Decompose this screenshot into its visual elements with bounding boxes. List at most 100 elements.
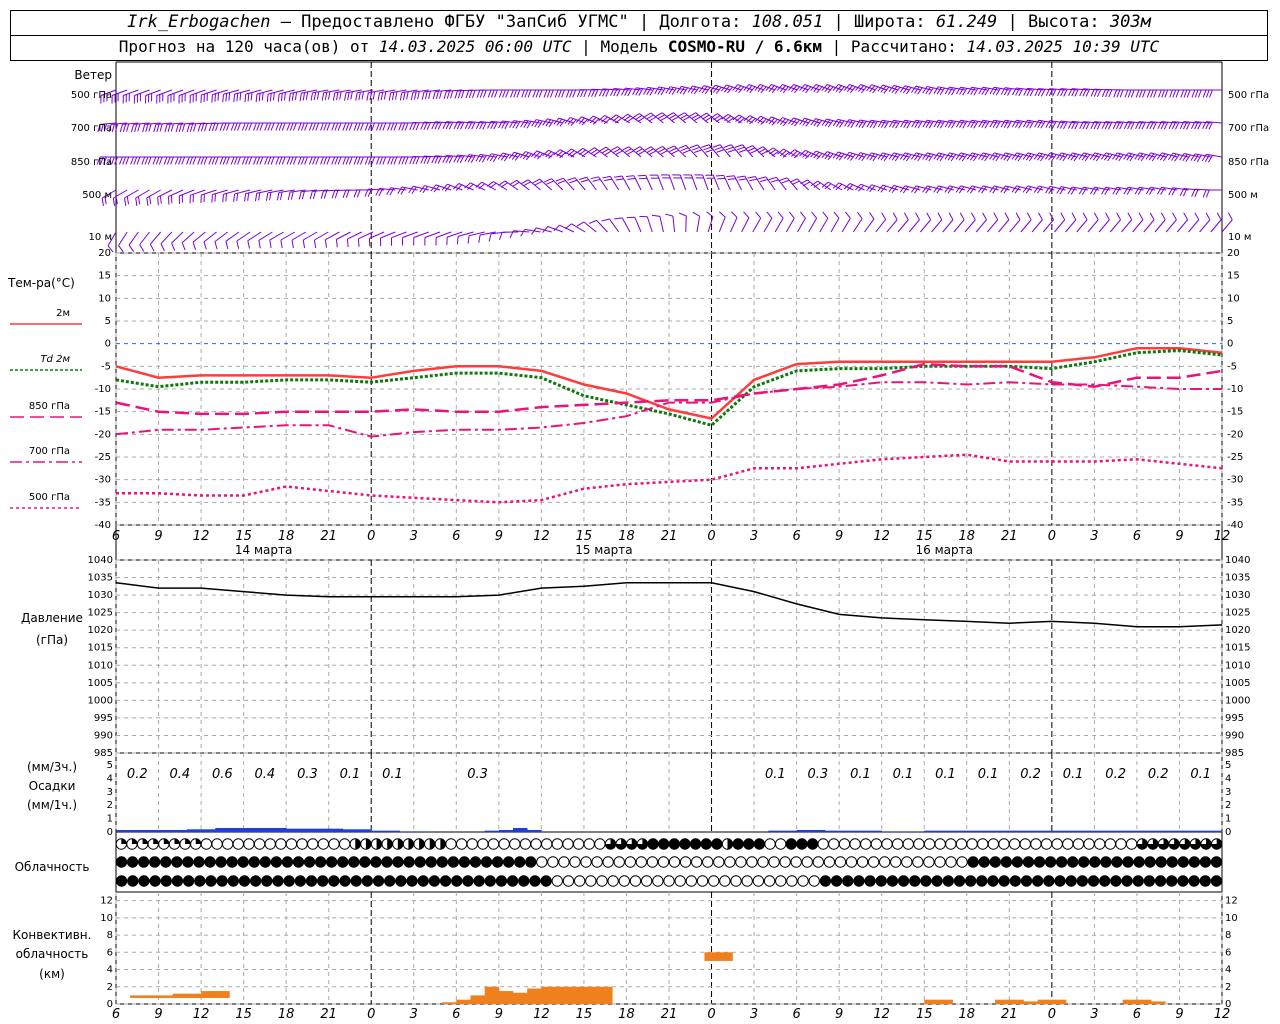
x-tick-label-hour-bottom: 6 — [452, 1007, 460, 1022]
wind-barb-feather — [792, 180, 800, 185]
wind-barb-feather — [197, 156, 202, 165]
wind-barb-feather — [291, 239, 294, 248]
cloud-cover-symbol — [540, 875, 552, 887]
x-tick-label-hour-bottom: 3 — [410, 1007, 418, 1022]
precip-bar — [385, 830, 400, 832]
cloud-cover-symbol — [679, 856, 692, 868]
precip-bar — [1165, 830, 1180, 832]
convective-bar — [130, 995, 145, 998]
cloud-cover-symbol — [1078, 856, 1090, 868]
cloud-cover-symbol — [237, 856, 249, 868]
wind-barb-staff — [908, 219, 920, 233]
wind-barb-feather — [137, 123, 141, 132]
pressure-tick-label-left: 1010 — [88, 660, 113, 671]
wind-barb-feather — [300, 122, 305, 131]
wind-barb-staff — [627, 113, 642, 124]
cloud-cover-symbol — [1143, 875, 1156, 887]
wind-barb-feather — [970, 212, 976, 220]
cloud-cover-symbol — [1076, 875, 1089, 887]
wind-barb-feather — [1026, 212, 1032, 220]
precip-bar — [839, 830, 854, 832]
convective-bar — [484, 986, 500, 1004]
wind-barb-feather — [446, 90, 451, 99]
wind-barb-feather — [134, 123, 138, 132]
cloud-cover-symbol — [923, 838, 936, 850]
wind-barb-feather — [857, 211, 863, 219]
cloud-cover-symbol — [1009, 875, 1022, 887]
wind-barb-feather — [299, 93, 302, 102]
cloud-cover-symbol — [530, 838, 542, 850]
cloud-cover-symbol — [272, 875, 284, 887]
wind-barb-feather — [391, 92, 395, 101]
precip-bar — [144, 829, 159, 832]
cloud-cover-half-fill — [419, 838, 425, 850]
wind-barb-feather — [759, 179, 768, 182]
cloud-cover-symbol — [966, 838, 978, 850]
wind-barb-staff — [650, 112, 664, 124]
wind-barb-feather — [423, 122, 428, 130]
precip-bar — [314, 828, 329, 832]
wind-barb-feather — [356, 156, 361, 165]
temperature-panel-title: Тем-ра(°C) — [7, 276, 75, 290]
wind-barb-feather — [1138, 212, 1144, 220]
wind-barb-staff — [1165, 219, 1177, 233]
wind-barb-feather — [264, 156, 269, 165]
wind-barb-staff — [1054, 219, 1066, 233]
pressure-tick-label-left: 1035 — [88, 573, 113, 584]
wind-barb-feather — [312, 156, 316, 165]
wind-barb-feather — [233, 94, 236, 103]
wind-barb-staff — [841, 217, 851, 233]
precip-bar — [286, 828, 301, 832]
wind-level-label-left: 850 гПа — [71, 157, 112, 168]
wind-barb-feather — [1161, 89, 1165, 98]
wind-barb-feather — [770, 179, 779, 183]
wind-barb-feather — [339, 91, 342, 100]
cloud-cover-symbol — [484, 875, 496, 887]
cloud-cover-symbol — [719, 875, 731, 887]
x-tick-label-hour: 6 — [1133, 529, 1141, 544]
wind-barb-feather — [669, 147, 677, 152]
precip-3h-label: 0.2 — [1020, 767, 1041, 782]
precip-3h-label: 0.4 — [255, 767, 276, 782]
convective-bar — [995, 999, 1010, 1004]
precip-panel-unit-1h: (мм/1ч.) — [27, 798, 77, 812]
wind-barb-feather — [736, 146, 745, 151]
convective-bar — [1122, 999, 1138, 1004]
wind-barb-feather — [387, 156, 391, 165]
wind-barb-feather — [467, 235, 470, 244]
cloud-cover-symbol — [462, 875, 474, 887]
wind-barb-staff — [617, 146, 631, 158]
cloud-cover-symbol — [1166, 856, 1178, 868]
wind-barb-feather — [1135, 89, 1140, 98]
wind-barb-feather — [758, 148, 766, 154]
pressure-tick-label-right: 990 — [1225, 730, 1244, 741]
cloud-cover-symbol — [976, 875, 988, 887]
cloud-cover-symbol — [647, 838, 659, 850]
wind-barb-feather — [428, 91, 431, 100]
wind-barb-staff — [774, 217, 784, 233]
cloud-cover-symbol — [487, 838, 500, 850]
wind-barb-feather — [546, 180, 555, 185]
cloud-cover-symbol — [864, 875, 876, 887]
wind-barb-feather — [153, 124, 157, 133]
precip-bar — [271, 827, 287, 832]
precip-bar — [1193, 830, 1209, 832]
wind-barb-feather — [1093, 212, 1099, 220]
wind-barb-staff — [723, 175, 731, 191]
wind-barb-feather — [1096, 89, 1102, 97]
cloud-cover-symbol — [506, 875, 519, 887]
cloud-cover-symbol — [275, 838, 287, 850]
wind-barb-feather — [302, 92, 306, 101]
wind-barb-feather — [119, 156, 123, 165]
cloud-cover-symbol — [956, 856, 968, 868]
wind-barb-feather — [342, 190, 347, 199]
wind-barb-feather — [1124, 89, 1129, 98]
cloud-cover-symbol — [292, 856, 305, 868]
temperature-tick-label-left: 15 — [98, 271, 111, 282]
wind-barb-feather — [758, 176, 767, 180]
conv-tick-label-left: 4 — [107, 965, 113, 976]
wind-barb-feather — [777, 211, 784, 219]
wind-barb-staff — [919, 219, 932, 233]
wind-barb-feather — [366, 92, 369, 101]
cloud-cover-quarter-fill — [185, 838, 191, 844]
